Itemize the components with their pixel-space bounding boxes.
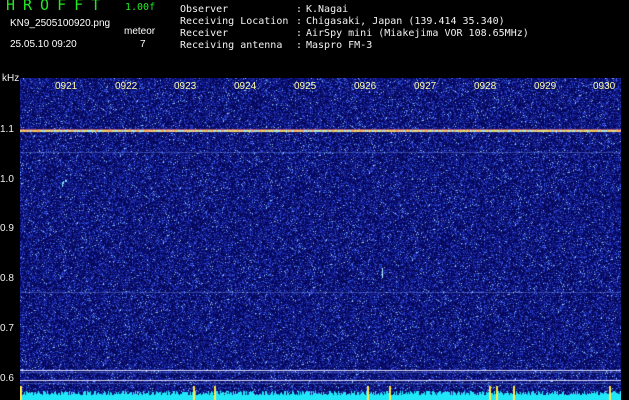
x-tick-0923: 0923 [174, 81, 197, 92]
right-margin [621, 78, 629, 400]
spectrogram-noise-canvas [20, 78, 621, 400]
y-axis-unit: kHz [2, 73, 20, 84]
filename-label: KN9_2505100920.png [10, 18, 111, 29]
observer-colon: : [296, 4, 303, 15]
antenna-value: Maspro FM-3 [306, 40, 373, 51]
spectrogram-plot [20, 78, 621, 400]
location-label: Receiving Location [180, 16, 289, 27]
y-tick-0-9: 0.9 [0, 223, 14, 234]
datetime-label: 25.05.10 09:20 [10, 39, 77, 50]
observer-value: K.Nagai [306, 4, 349, 15]
meteor-count-value: 7 [140, 39, 146, 50]
x-tick-0926: 0926 [354, 81, 377, 92]
location-colon: : [296, 16, 303, 27]
receiver-value: AirSpy mini (Miakejima VOR 108.65MHz) [306, 28, 529, 39]
x-tick-0928: 0928 [474, 81, 497, 92]
x-tick-0922: 0922 [115, 81, 138, 92]
version-label: 1.00f [125, 2, 156, 13]
receiver-label: Receiver [180, 28, 229, 39]
x-tick-0925: 0925 [294, 81, 317, 92]
observer-label: Observer [180, 4, 229, 15]
y-tick-0-6: 0.6 [0, 373, 14, 384]
app-title: HROFFT [6, 0, 109, 14]
x-tick-0924: 0924 [234, 81, 257, 92]
receiver-colon: : [296, 28, 303, 39]
y-tick-0-7: 0.7 [0, 323, 14, 334]
y-tick-1-1: 1.1 [0, 124, 14, 135]
x-tick-0921: 0921 [55, 81, 78, 92]
antenna-colon: : [296, 40, 303, 51]
x-tick-0927: 0927 [414, 81, 437, 92]
y-tick-1-0: 1.0 [0, 174, 14, 185]
x-tick-0930: 0930 [593, 81, 616, 92]
location-value: Chigasaki, Japan (139.414 35.340) [306, 16, 505, 27]
antenna-label: Receiving antenna [180, 40, 283, 51]
y-tick-0-8: 0.8 [0, 273, 14, 284]
meteor-count-label: meteor [124, 26, 156, 37]
x-tick-0929: 0929 [534, 81, 557, 92]
